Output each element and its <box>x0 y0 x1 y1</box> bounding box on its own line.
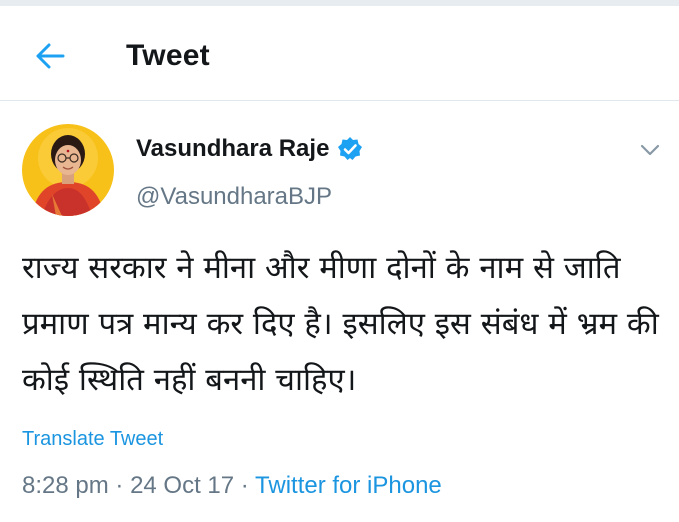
author-handle[interactable]: @VasundharaBJP <box>136 182 332 212</box>
back-button[interactable] <box>28 36 72 76</box>
tweet-date: 24 Oct 17 <box>130 472 235 499</box>
tweet-metadata: 8:28 pm · 24 Oct 17 · Twitter for iPhone <box>22 470 442 502</box>
top-bar: Tweet <box>0 6 679 101</box>
tweet-time: 8:28 pm <box>22 472 109 499</box>
tweet-text: राज्य सरकार ने मीना और मीणा दोनों के नाम… <box>22 250 659 398</box>
page-title: Tweet <box>126 39 210 72</box>
author-name[interactable]: Vasundhara Raje <box>136 134 329 164</box>
chevron-down-icon <box>640 144 660 156</box>
avatar[interactable] <box>22 124 114 216</box>
tweet-source-link[interactable]: Twitter for iPhone <box>255 472 442 499</box>
avatar-image <box>22 124 114 216</box>
more-options-button[interactable] <box>636 138 664 162</box>
meta-separator: · <box>240 472 249 499</box>
arrow-left-icon <box>36 43 65 69</box>
verified-badge-icon <box>338 137 362 160</box>
meta-separator: · <box>115 472 124 499</box>
translate-tweet-link[interactable]: Translate Tweet <box>22 424 163 454</box>
